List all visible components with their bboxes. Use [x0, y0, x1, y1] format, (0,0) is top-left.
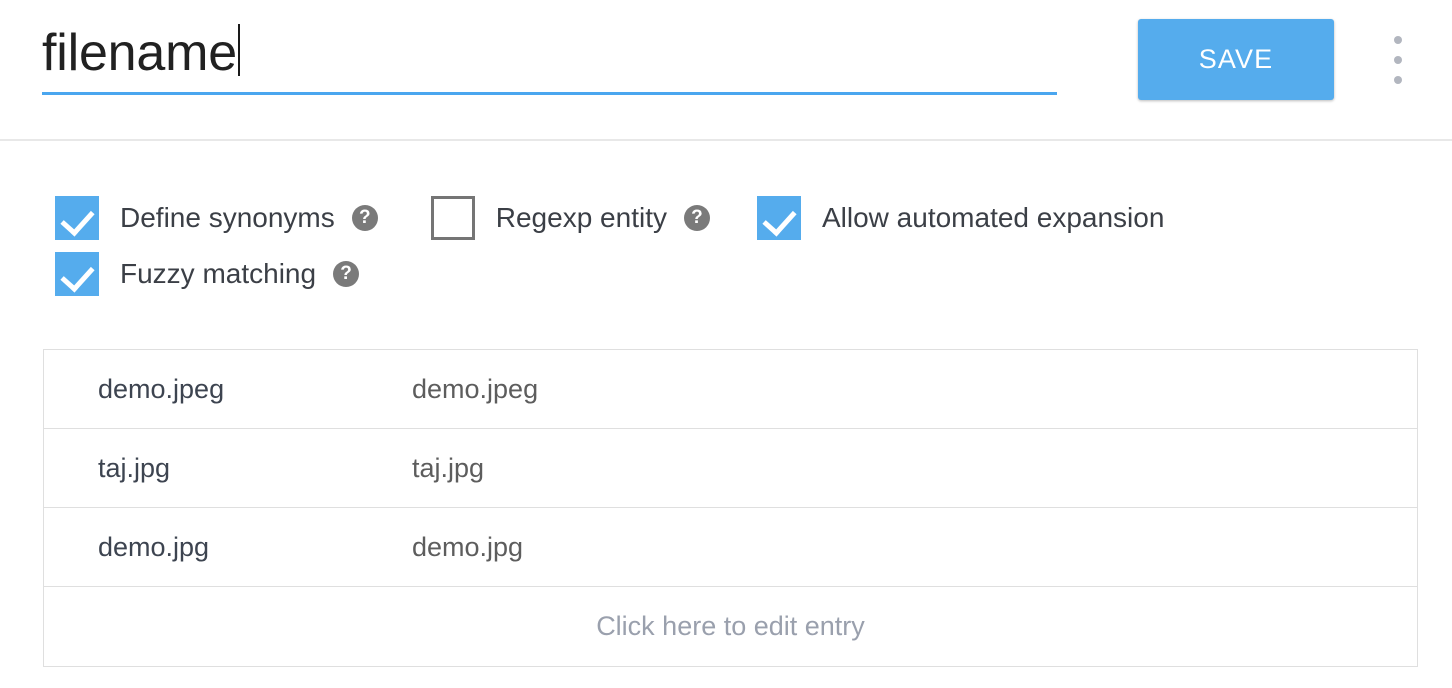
option-allow-automated-expansion[interactable]: Allow automated expansion [756, 196, 1165, 240]
entry-synonyms: demo.jpeg [412, 373, 539, 404]
option-label-allow-automated-expansion: Allow automated expansion [821, 202, 1165, 233]
entry-value: demo.jpg [98, 531, 210, 562]
add-entry-label: Click here to edit entry [596, 611, 865, 641]
checkbox-allow-automated-expansion[interactable] [756, 196, 801, 240]
text-caret [237, 24, 240, 76]
entry-synonyms: demo.jpg [412, 531, 524, 562]
more-vertical-icon[interactable] [1386, 32, 1410, 88]
table-row[interactable]: demo.jpeg demo.jpeg [44, 350, 1417, 429]
editor-header: filename SAVE [0, 0, 1452, 141]
table-row[interactable]: taj.jpg taj.jpg [44, 429, 1417, 508]
entry-synonyms: taj.jpg [412, 452, 485, 483]
add-entry-row[interactable]: Click here to edit entry [44, 587, 1417, 666]
option-define-synonyms[interactable]: Define synonyms ? [55, 196, 378, 240]
entity-name-underline [42, 92, 1057, 95]
entries-table: demo.jpeg demo.jpeg taj.jpg taj.jpg demo… [43, 349, 1418, 667]
help-icon-fuzzy-matching[interactable]: ? [333, 261, 360, 287]
option-row-secondary: Fuzzy matching ? [0, 246, 1452, 302]
entity-options: Define synonyms ? Regexp entity ? Allow … [0, 141, 1452, 302]
entry-value: taj.jpg [98, 452, 171, 483]
checkbox-define-synonyms[interactable] [55, 196, 99, 240]
entry-value: demo.jpeg [98, 373, 225, 404]
entity-name-input[interactable]: filename [42, 22, 237, 84]
option-label-define-synonyms: Define synonyms [120, 202, 335, 233]
menu-dot [1394, 36, 1402, 44]
menu-dot [1394, 76, 1402, 84]
option-regexp-entity[interactable]: Regexp entity ? [430, 196, 710, 240]
entity-name-input-row[interactable]: filename [42, 18, 1057, 90]
menu-dot [1394, 56, 1402, 64]
option-label-fuzzy-matching: Fuzzy matching [120, 258, 317, 289]
help-icon-regexp-entity[interactable]: ? [683, 205, 710, 231]
help-icon-define-synonyms[interactable]: ? [351, 205, 378, 231]
option-label-regexp-entity: Regexp entity [495, 202, 667, 233]
table-row[interactable]: demo.jpg demo.jpg [44, 508, 1417, 587]
option-fuzzy-matching[interactable]: Fuzzy matching ? [55, 252, 360, 296]
checkbox-fuzzy-matching[interactable] [55, 252, 99, 296]
save-button[interactable]: SAVE [1138, 19, 1334, 100]
checkbox-regexp-entity[interactable] [430, 196, 475, 240]
option-row-primary: Define synonyms ? Regexp entity ? Allow … [0, 190, 1452, 246]
entity-name-field[interactable]: filename [42, 18, 1057, 95]
